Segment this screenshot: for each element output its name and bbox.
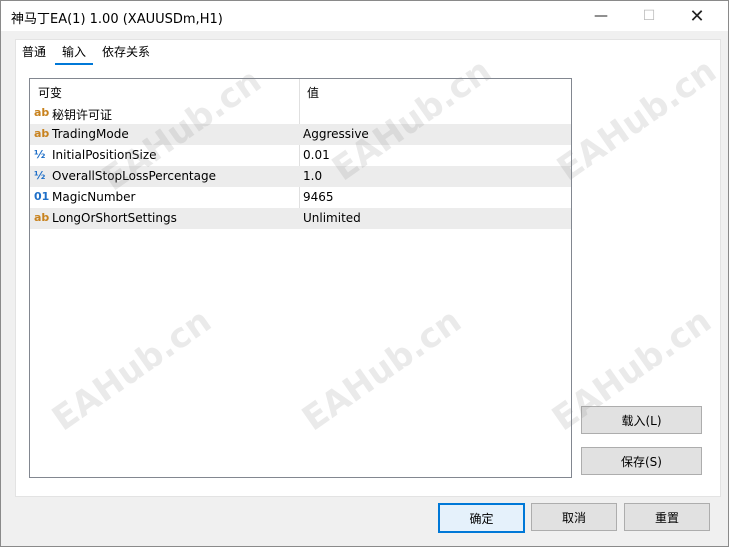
- string-type-icon: ab: [34, 211, 50, 224]
- table-row[interactable]: ab 秘钥许可证: [30, 103, 571, 124]
- integer-type-icon: 01: [34, 190, 50, 203]
- row-value[interactable]: 1.0: [303, 169, 322, 183]
- row-value[interactable]: Unlimited: [303, 211, 361, 225]
- table-row[interactable]: ab TradingMode Aggressive: [30, 124, 571, 145]
- table-row[interactable]: ½ OverallStopLossPercentage 1.0: [30, 166, 571, 187]
- row-variable: InitialPositionSize: [52, 148, 157, 162]
- close-icon[interactable]: ✕: [674, 1, 720, 31]
- table-row[interactable]: ab LongOrShortSettings Unlimited: [30, 208, 571, 229]
- row-variable: 秘钥许可证: [52, 108, 113, 122]
- grid-header: 可变 值: [30, 79, 571, 103]
- row-value[interactable]: 0.01: [303, 148, 330, 162]
- row-variable: OverallStopLossPercentage: [52, 169, 216, 183]
- title-bar[interactable]: 神马丁EA(1) 1.00 (XAUUSDm,H1) — ☐ ✕: [1, 1, 728, 31]
- double-type-icon: ½: [34, 169, 46, 182]
- row-value[interactable]: Aggressive: [303, 127, 369, 141]
- window-title: 神马丁EA(1) 1.00 (XAUUSDm,H1): [11, 12, 223, 27]
- string-type-icon: ab: [34, 106, 50, 119]
- ea-properties-dialog: 神马丁EA(1) 1.00 (XAUUSDm,H1) — ☐ ✕ 普通 输入 依…: [0, 0, 729, 547]
- tab-bar: 普通 输入 依存关系: [15, 43, 159, 65]
- table-row[interactable]: 01 MagicNumber 9465: [30, 187, 571, 208]
- row-variable: MagicNumber: [52, 190, 136, 204]
- table-row[interactable]: ½ InitialPositionSize 0.01: [30, 145, 571, 166]
- ok-button[interactable]: 确定: [438, 503, 525, 533]
- double-type-icon: ½: [34, 148, 46, 161]
- row-value[interactable]: 9465: [303, 190, 334, 204]
- maximize-icon: ☐: [642, 8, 656, 24]
- tab-common[interactable]: 普通: [15, 43, 53, 63]
- tab-inputs[interactable]: 输入: [55, 43, 94, 65]
- minimize-icon[interactable]: —: [578, 1, 624, 31]
- tab-dependencies[interactable]: 依存关系: [95, 43, 157, 63]
- header-variable[interactable]: 可变: [38, 84, 62, 101]
- load-button[interactable]: 载入(L): [581, 406, 702, 434]
- inputs-grid[interactable]: 可变 值 ab 秘钥许可证 ab TradingMode Aggressive …: [29, 78, 572, 478]
- row-variable: LongOrShortSettings: [52, 211, 177, 225]
- save-button[interactable]: 保存(S): [581, 447, 702, 475]
- header-value[interactable]: 值: [307, 84, 319, 101]
- reset-button[interactable]: 重置: [624, 503, 710, 531]
- cancel-button[interactable]: 取消: [531, 503, 617, 531]
- string-type-icon: ab: [34, 127, 50, 140]
- row-variable: TradingMode: [52, 127, 129, 141]
